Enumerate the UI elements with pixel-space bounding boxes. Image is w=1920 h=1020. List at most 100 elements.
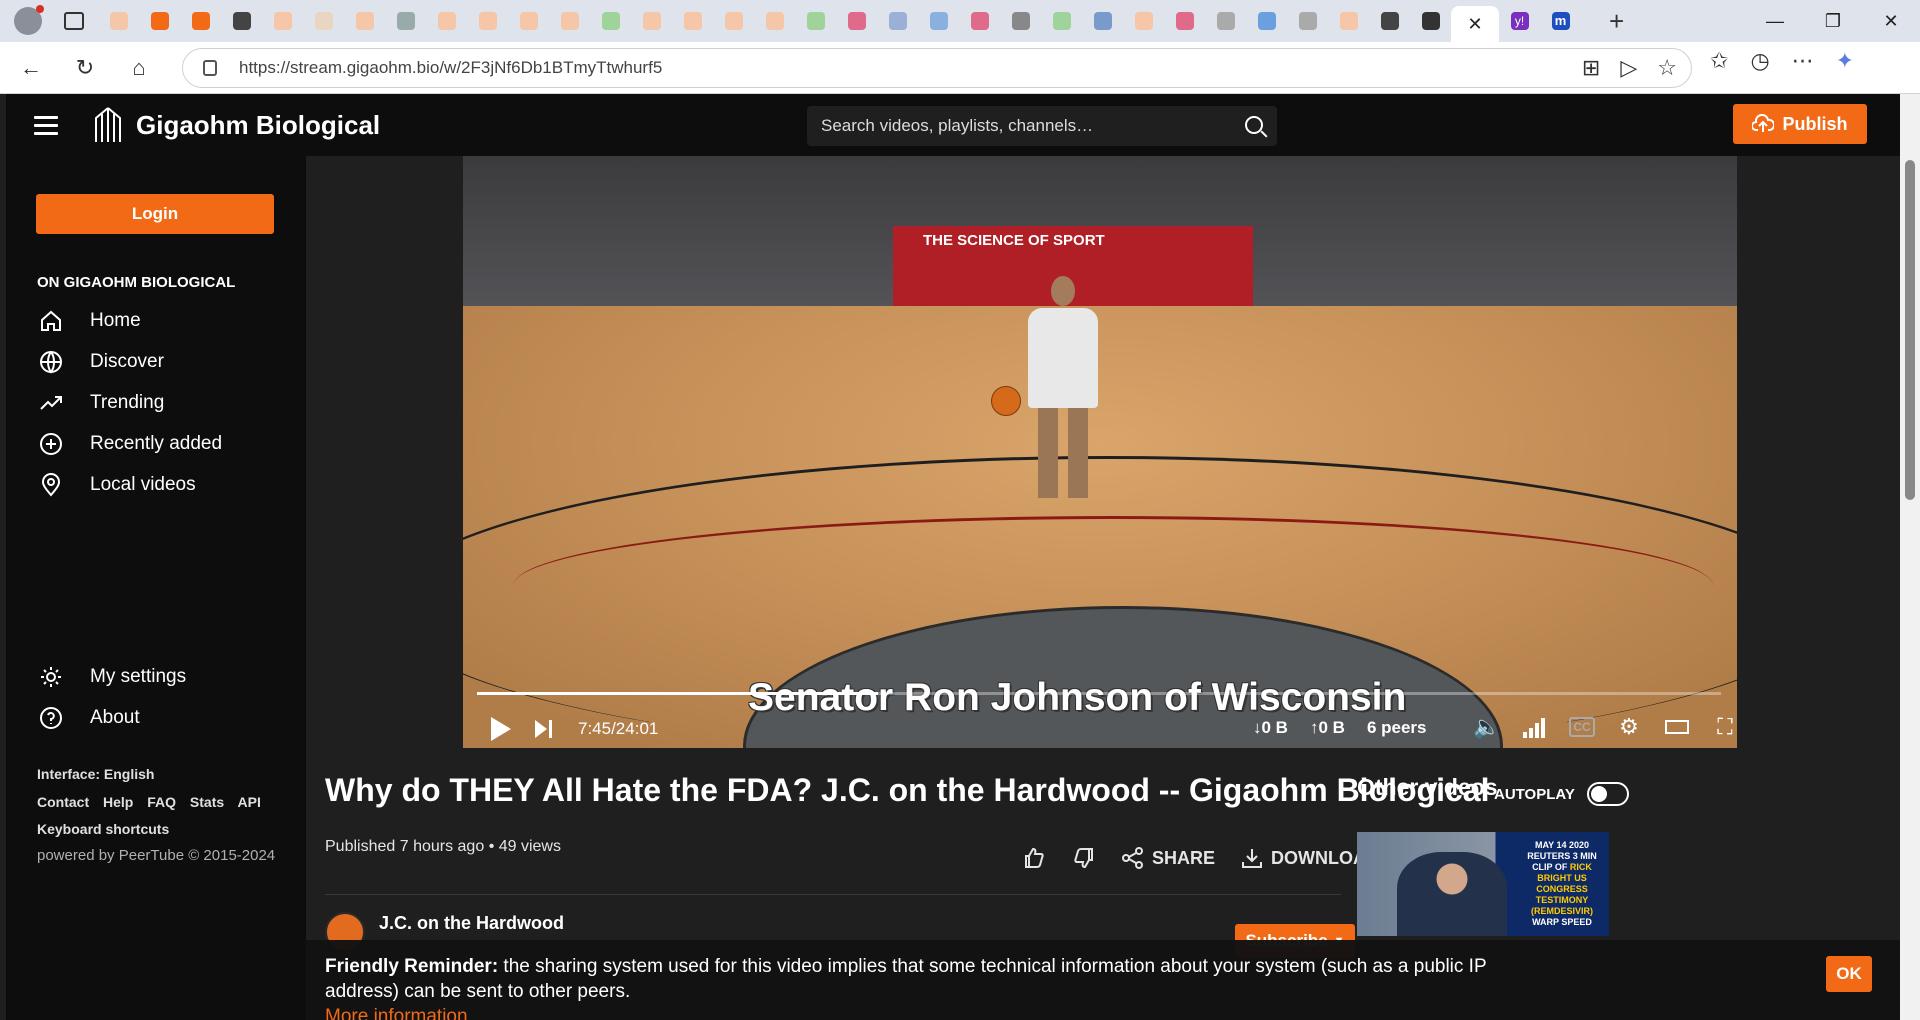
tab-favicon[interactable]: [1000, 0, 1041, 42]
sidebar-item-trending[interactable]: Trending: [38, 390, 164, 416]
search-input[interactable]: [821, 116, 1221, 136]
tab-favicon[interactable]: [221, 0, 262, 42]
tab-yahoo[interactable]: y!: [1499, 0, 1540, 42]
tab-m[interactable]: m: [1540, 0, 1581, 42]
more-information-link[interactable]: More information: [325, 1004, 1555, 1020]
site-brand[interactable]: Gigaohm Biological: [136, 110, 380, 141]
search-icon[interactable]: [1245, 116, 1263, 134]
more-menu-icon[interactable]: ⋯: [1792, 48, 1814, 74]
settings-gear-icon[interactable]: ⚙: [1615, 714, 1643, 740]
favorites-icon[interactable]: ✩: [1710, 48, 1728, 74]
reminder-ok-button[interactable]: OK: [1826, 956, 1872, 992]
search-box[interactable]: [807, 106, 1277, 146]
footer-link-help[interactable]: Help: [103, 794, 133, 810]
tab-favicon[interactable]: [303, 0, 344, 42]
sidebar-item-home[interactable]: Home: [38, 308, 141, 334]
sidebar-item-about[interactable]: About: [38, 705, 140, 731]
menu-icon[interactable]: [34, 111, 58, 140]
tab-favicon[interactable]: [918, 0, 959, 42]
tab-favicon[interactable]: [180, 0, 221, 42]
autoplay-toggle[interactable]: [1586, 782, 1629, 806]
tab-favicon[interactable]: [467, 0, 508, 42]
footer-link-api[interactable]: API: [238, 794, 261, 810]
tab-favicon[interactable]: [1123, 0, 1164, 42]
active-tab-close-button[interactable]: ✕: [1451, 6, 1499, 42]
tab-actions-icon[interactable]: [64, 12, 84, 30]
like-button[interactable]: [1022, 846, 1046, 870]
fullscreen-icon[interactable]: ⛶: [1711, 714, 1737, 740]
sidebar-item-local-videos[interactable]: Local videos: [38, 472, 196, 498]
powered-by[interactable]: powered by PeerTube © 2015-2024: [37, 847, 275, 864]
reload-button[interactable]: ↻: [62, 48, 108, 88]
interface-language[interactable]: Interface: English: [37, 766, 154, 782]
tab-favicon[interactable]: [1205, 0, 1246, 42]
captions-icon[interactable]: CC: [1569, 717, 1595, 737]
sidebar-item-discover[interactable]: Discover: [38, 349, 164, 375]
tab-favicon[interactable]: [836, 0, 877, 42]
seek-bar[interactable]: [477, 692, 1721, 695]
publish-button[interactable]: Publish: [1733, 104, 1867, 144]
copilot-icon[interactable]: ✦: [1836, 48, 1854, 74]
tab-favicon[interactable]: [426, 0, 467, 42]
tab-favicon[interactable]: [1246, 0, 1287, 42]
next-video-icon[interactable]: [535, 720, 552, 738]
tab-favicon[interactable]: [754, 0, 795, 42]
footer-link-contact[interactable]: Contact: [37, 794, 89, 810]
share-button[interactable]: SHARE: [1122, 847, 1215, 869]
maximize-button[interactable]: ❐: [1804, 0, 1862, 42]
scrollbar-thumb[interactable]: [1905, 160, 1915, 500]
url-text[interactable]: https://stream.gigaohm.bio/w/2F3jNf6Db1B…: [239, 58, 662, 78]
tab-favicon[interactable]: [1164, 0, 1205, 42]
apps-icon[interactable]: ⊞: [1582, 55, 1600, 81]
keyboard-shortcuts-link[interactable]: Keyboard shortcuts: [37, 821, 169, 837]
channel-name[interactable]: J.C. on the Hardwood: [379, 913, 564, 934]
theater-mode-icon[interactable]: [1663, 714, 1691, 740]
tab-favicon[interactable]: [959, 0, 1000, 42]
home-button[interactable]: ⌂: [116, 48, 162, 88]
tab-favicon[interactable]: [877, 0, 918, 42]
tab-favicon[interactable]: [590, 0, 631, 42]
video-player[interactable]: THE SCIENCE OF SPORT Senator Ron Johnson…: [463, 156, 1737, 748]
autoplay-control[interactable]: AUTOPLAY: [1494, 782, 1629, 806]
login-button[interactable]: Login: [36, 194, 274, 234]
tab-favicon[interactable]: [1369, 0, 1410, 42]
tab-favicon[interactable]: [672, 0, 713, 42]
tab-favicon[interactable]: [344, 0, 385, 42]
close-icon[interactable]: ✕: [1467, 14, 1482, 35]
tab-favicon[interactable]: [795, 0, 836, 42]
tab-favicon[interactable]: [98, 0, 139, 42]
lock-icon[interactable]: [203, 60, 217, 76]
volume-icon[interactable]: 🔈: [1473, 714, 1501, 740]
footer-link-faq[interactable]: FAQ: [147, 794, 176, 810]
new-tab-button[interactable]: +: [1609, 6, 1624, 37]
tab-favicon[interactable]: [631, 0, 672, 42]
tab-favicon[interactable]: [139, 0, 180, 42]
tab-favicon[interactable]: [1410, 0, 1451, 42]
sidebar-item-my-settings[interactable]: My settings: [38, 664, 186, 690]
tab-favicon[interactable]: [385, 0, 426, 42]
footer-link-stats[interactable]: Stats: [190, 794, 224, 810]
tab-favicon[interactable]: [508, 0, 549, 42]
other-video-thumbnail[interactable]: MAY 14 2020 REUTERS 3 MIN CLIP OF RICK B…: [1357, 832, 1609, 936]
reader-icon[interactable]: ▷: [1620, 55, 1637, 81]
quality-bars-icon[interactable]: [1521, 714, 1549, 740]
page-scrollbar[interactable]: [1900, 94, 1920, 1020]
sidebar-item-recently-added[interactable]: Recently added: [38, 431, 222, 457]
minimize-button[interactable]: —: [1746, 0, 1804, 42]
tab-favicon[interactable]: [549, 0, 590, 42]
tab-favicon[interactable]: [713, 0, 754, 42]
tab-favicon[interactable]: [1082, 0, 1123, 42]
tab-favicon[interactable]: [1287, 0, 1328, 42]
dislike-button[interactable]: [1072, 846, 1096, 870]
close-window-button[interactable]: ✕: [1862, 0, 1920, 42]
profile-avatar[interactable]: [14, 5, 44, 35]
history-icon[interactable]: ◷: [1750, 48, 1769, 74]
tab-favicon[interactable]: [1041, 0, 1082, 42]
back-button[interactable]: ←: [8, 48, 54, 88]
play-icon[interactable]: [491, 717, 511, 741]
url-field[interactable]: https://stream.gigaohm.bio/w/2F3jNf6Db1B…: [182, 48, 1692, 88]
tab-favicon[interactable]: [262, 0, 303, 42]
tab-favicon[interactable]: [1328, 0, 1369, 42]
gigaohm-logo-icon[interactable]: [90, 106, 126, 144]
favorite-star-icon[interactable]: ☆: [1657, 55, 1677, 81]
